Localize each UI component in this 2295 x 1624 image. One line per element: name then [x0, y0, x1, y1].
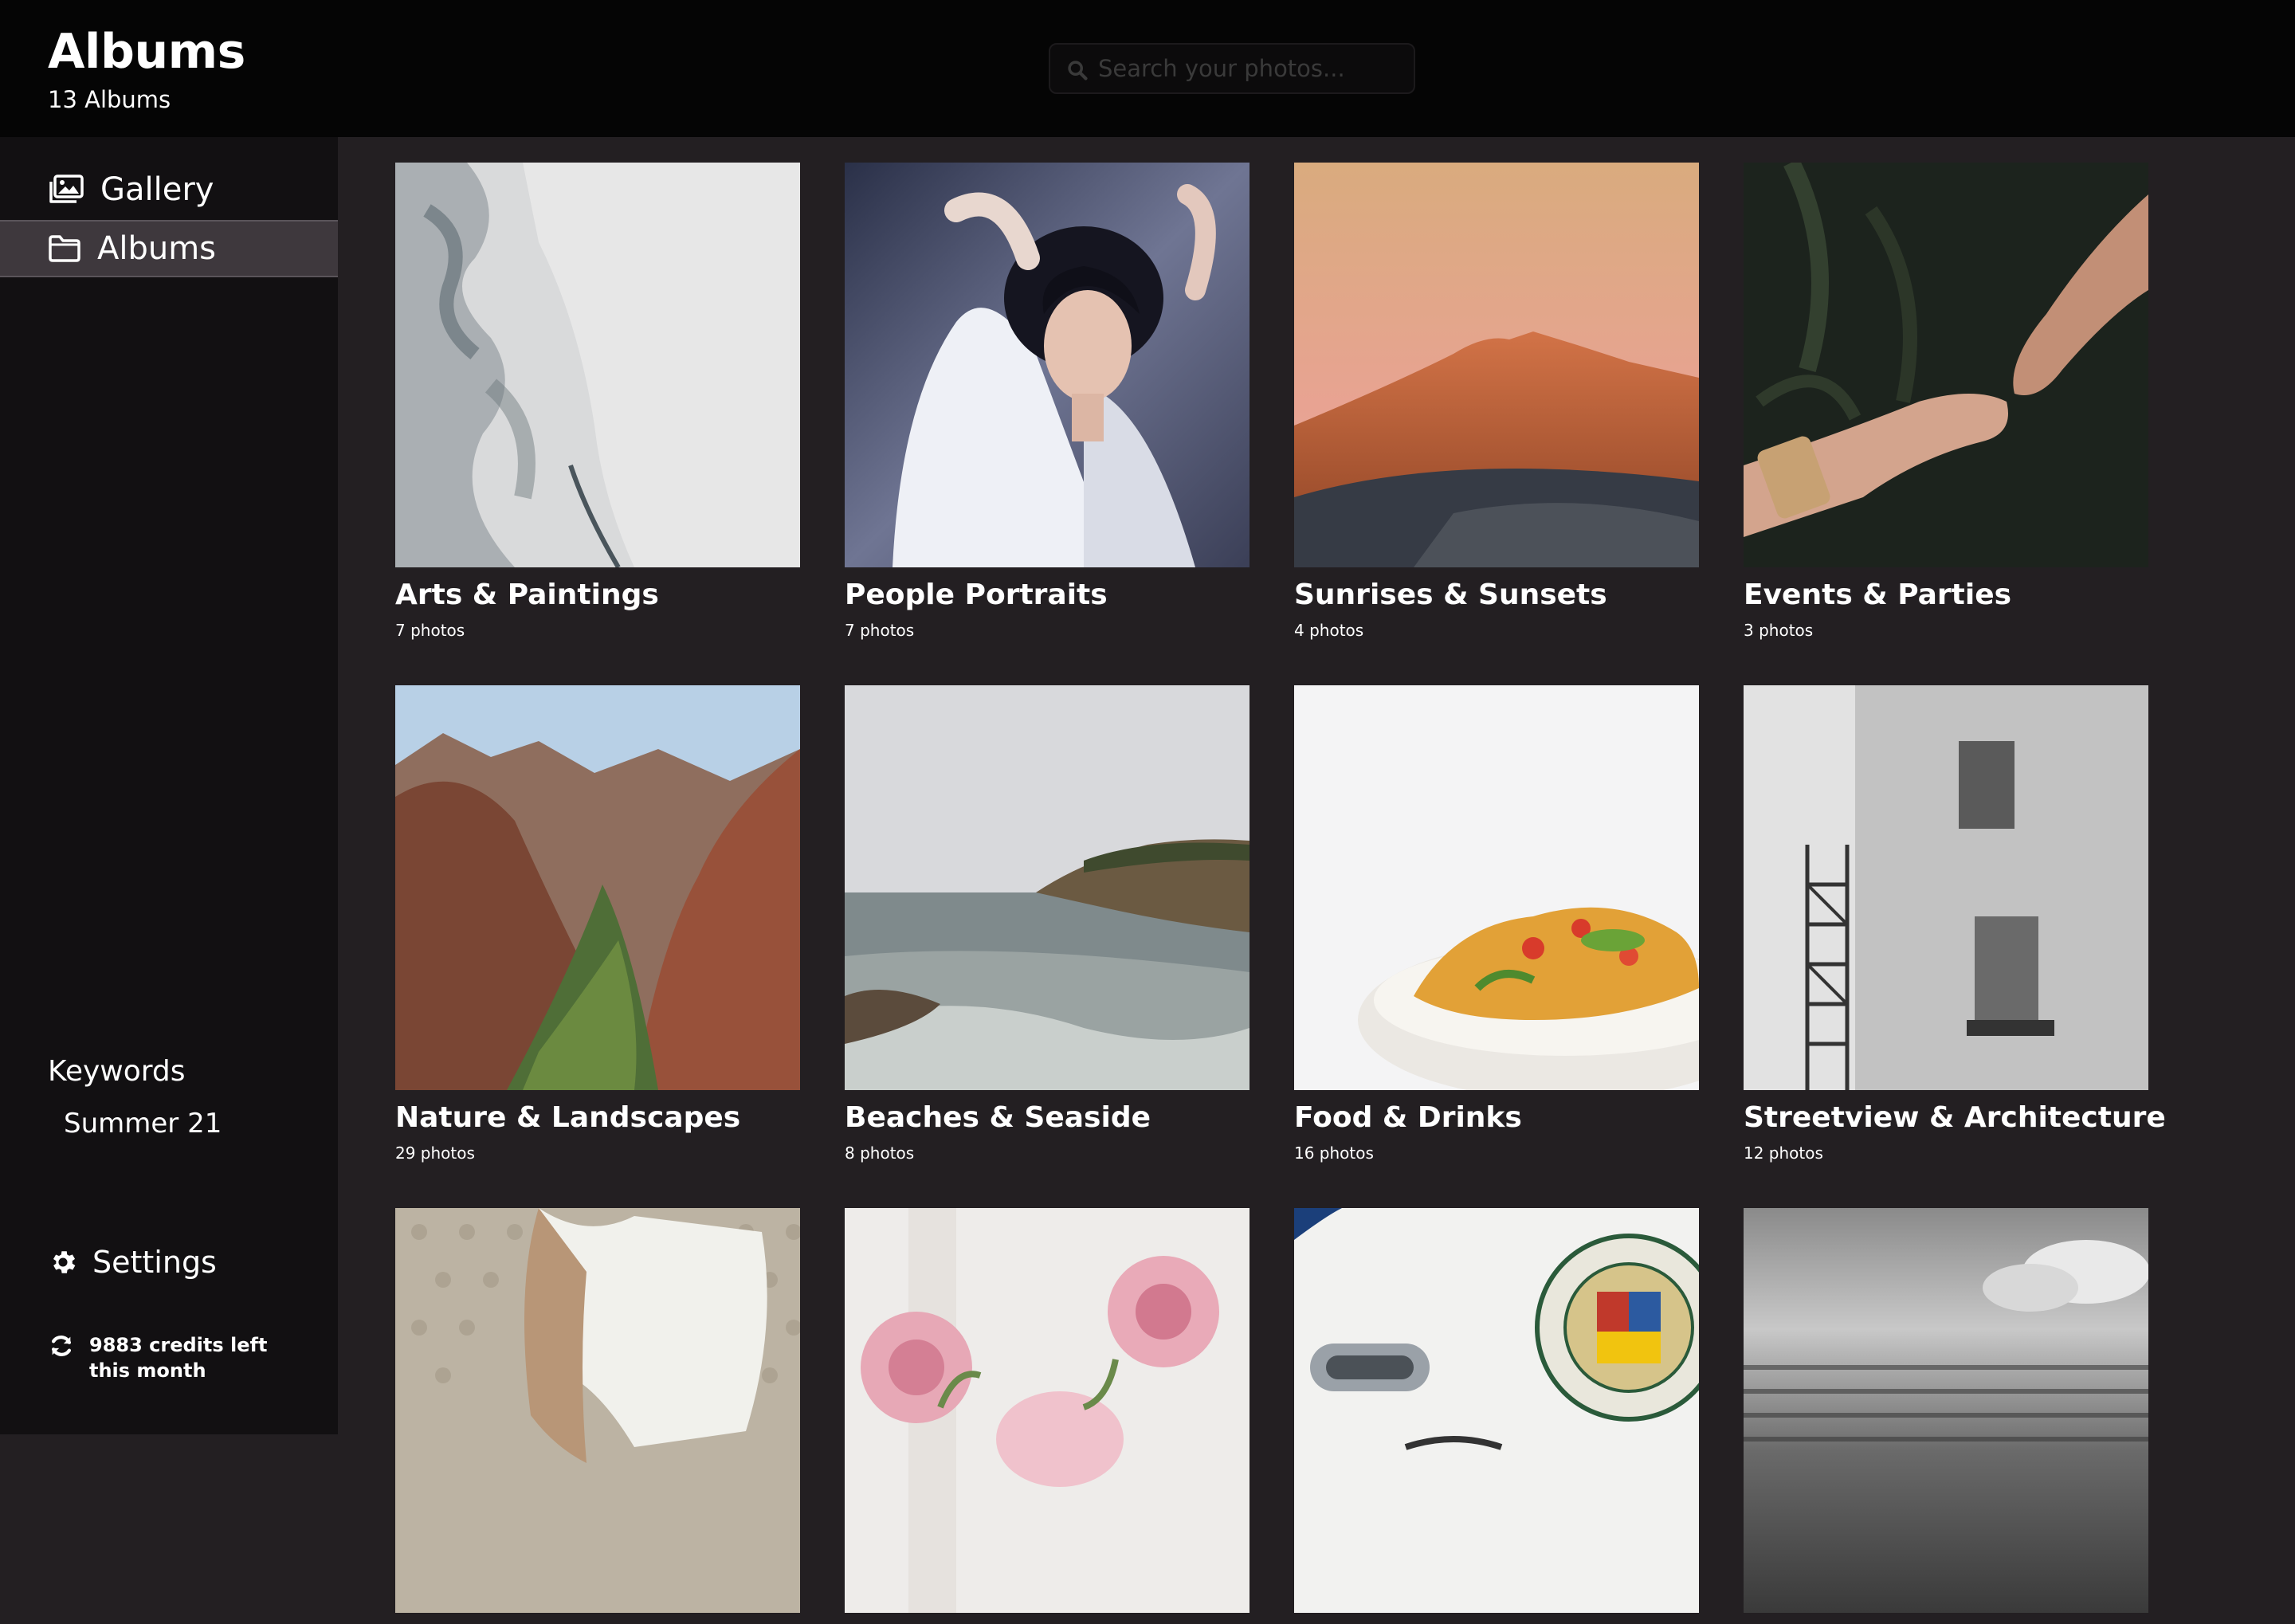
- album-photo-count: 7 photos: [395, 621, 465, 640]
- settings-button[interactable]: Settings: [48, 1245, 217, 1280]
- album-card-row3-2[interactable]: [845, 1208, 1250, 1624]
- credits-status: 9883 credits left this month: [48, 1332, 304, 1383]
- album-thumbnail[interactable]: [1294, 1208, 1699, 1613]
- album-card-portraits[interactable]: People Portraits 7 photos: [845, 163, 1250, 640]
- album-thumbnail[interactable]: [395, 163, 800, 567]
- album-title: Arts & Paintings: [395, 579, 659, 611]
- thumbnail-image: [1744, 1208, 2148, 1613]
- album-card-food[interactable]: Food & Drinks 16 photos: [1294, 685, 1699, 1163]
- album-title: Beaches & Seaside: [845, 1101, 1151, 1134]
- album-thumbnail[interactable]: [1294, 685, 1699, 1090]
- thumbnail-image: [395, 685, 800, 1090]
- album-photo-count: 12 photos: [1744, 1143, 1823, 1163]
- sidebar-item-label: Gallery: [100, 171, 214, 208]
- album-card-events[interactable]: Events & Parties 3 photos: [1744, 163, 2148, 640]
- album-card-nature[interactable]: Nature & Landscapes 29 photos: [395, 685, 800, 1163]
- folder-icon: [49, 235, 80, 262]
- album-thumbnail[interactable]: [845, 1208, 1250, 1613]
- album-card-beaches[interactable]: Beaches & Seaside 8 photos: [845, 685, 1250, 1163]
- credits-text: 9883 credits left this month: [89, 1334, 268, 1382]
- album-count: 13 Albums: [48, 86, 171, 113]
- search-box[interactable]: [1049, 43, 1415, 94]
- album-thumbnail[interactable]: [395, 685, 800, 1090]
- sidebar: Gallery Albums Keywords Summer 21 Settin…: [0, 137, 338, 1434]
- sidebar-item-gallery[interactable]: Gallery: [0, 161, 338, 218]
- album-photo-count: 8 photos: [845, 1143, 915, 1163]
- thumbnail-image: [395, 1208, 800, 1613]
- thumbnail-image: [845, 685, 1250, 1090]
- sidebar-item-albums[interactable]: Albums: [0, 220, 338, 277]
- album-title: Sunrises & Sunsets: [1294, 579, 1607, 611]
- album-card-arts[interactable]: Arts & Paintings 7 photos: [395, 163, 800, 640]
- page-title: Albums: [48, 24, 245, 80]
- album-thumbnail[interactable]: [1744, 685, 2148, 1090]
- refresh-icon: [51, 1336, 72, 1356]
- images-icon: [49, 175, 84, 203]
- album-photo-count: 16 photos: [1294, 1143, 1374, 1163]
- thumbnail-image: [1294, 1208, 1699, 1613]
- thumbnail-image: [1744, 163, 2148, 567]
- album-thumbnail[interactable]: [395, 1208, 800, 1613]
- album-title: Streetview & Architecture: [1744, 1101, 2166, 1134]
- album-card-row3-3[interactable]: [1294, 1208, 1699, 1624]
- thumbnail-image: [845, 163, 1250, 567]
- album-thumbnail[interactable]: [845, 163, 1250, 567]
- thumbnail-image: [395, 163, 800, 567]
- album-card-row3-1[interactable]: [395, 1208, 800, 1624]
- album-thumbnail[interactable]: [1744, 163, 2148, 567]
- album-card-streetview[interactable]: Streetview & Architecture 12 photos: [1744, 685, 2166, 1163]
- search-input[interactable]: [1098, 45, 1409, 92]
- album-thumbnail[interactable]: [1744, 1208, 2148, 1613]
- sidebar-item-label: Albums: [97, 230, 217, 267]
- settings-label: Settings: [92, 1245, 217, 1280]
- album-card-sunrises[interactable]: Sunrises & Sunsets 4 photos: [1294, 163, 1699, 640]
- album-photo-count: 3 photos: [1744, 621, 1814, 640]
- thumbnail-image: [1744, 685, 2148, 1090]
- search-icon: [1068, 61, 1088, 80]
- album-photo-count: 29 photos: [395, 1143, 475, 1163]
- album-title: Events & Parties: [1744, 579, 2012, 611]
- album-photo-count: 4 photos: [1294, 621, 1364, 640]
- thumbnail-image: [1294, 163, 1699, 567]
- top-bar: Albums 13 Albums: [0, 0, 2295, 137]
- thumbnail-image: [1294, 685, 1699, 1090]
- album-thumbnail[interactable]: [845, 685, 1250, 1090]
- album-card-row3-4[interactable]: [1744, 1208, 2148, 1624]
- album-title: People Portraits: [845, 579, 1108, 611]
- keywords-heading: Keywords: [48, 1055, 186, 1088]
- gear-icon: [53, 1251, 76, 1273]
- thumbnail-image: [845, 1208, 1250, 1613]
- album-photo-count: 7 photos: [845, 621, 915, 640]
- keyword-item[interactable]: Summer 21: [64, 1108, 222, 1140]
- album-title: Food & Drinks: [1294, 1101, 1522, 1134]
- album-title: Nature & Landscapes: [395, 1101, 741, 1134]
- album-thumbnail[interactable]: [1294, 163, 1699, 567]
